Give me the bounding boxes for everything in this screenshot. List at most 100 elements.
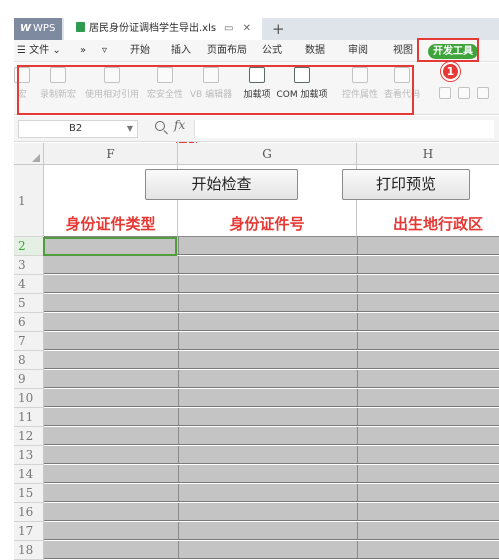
cell-divider [178, 427, 179, 444]
column-header-g[interactable]: G [178, 143, 357, 165]
row-header[interactable]: 4 [14, 275, 44, 294]
menu-view[interactable]: 视图 [393, 40, 413, 62]
wps-tab-label: WPS [33, 23, 56, 34]
table-row[interactable] [44, 256, 499, 274]
menu-quick-dropdown[interactable]: ▿ [102, 40, 107, 62]
cell-divider [357, 522, 358, 539]
row-header-1[interactable]: 1 [14, 165, 44, 237]
cell-divider [178, 446, 179, 463]
print-preview-button[interactable]: 打印预览 [342, 169, 470, 200]
tab-strip: W WPS 居民身份证调档学生导出.xls ▭ ✕ + [14, 18, 499, 40]
cell-divider [178, 541, 179, 558]
formula-bar: B2 ▼ fx [14, 116, 499, 142]
table-row[interactable] [44, 427, 499, 445]
annotation-badge-1: 1 [441, 62, 460, 81]
row-header[interactable]: 5 [14, 294, 44, 313]
cell-divider [178, 389, 179, 406]
annotation-box-toolbar [17, 65, 414, 115]
row-header[interactable]: 16 [14, 503, 44, 522]
row-header[interactable]: 17 [14, 522, 44, 541]
row-header[interactable]: 3 [14, 256, 44, 275]
row-header[interactable]: 6 [14, 313, 44, 332]
row-header[interactable]: 2 [14, 237, 44, 256]
table-row[interactable] [44, 541, 499, 559]
menu-data[interactable]: 数据 [305, 40, 325, 62]
table-row[interactable] [44, 389, 499, 407]
menu-formulas[interactable]: 公式 [262, 40, 282, 62]
row-header[interactable]: 15 [14, 484, 44, 503]
row-header[interactable]: 7 [14, 332, 44, 351]
menu-more[interactable]: » [80, 40, 86, 62]
document-title: 居民身份证调档学生导出.xls [89, 23, 217, 34]
select-all-corner[interactable] [14, 143, 44, 165]
spreadsheet-icon [76, 22, 85, 32]
cell-divider [178, 275, 179, 292]
column-header-bar: F G H [14, 143, 499, 165]
cell-divider [178, 294, 179, 311]
row-header[interactable]: 14 [14, 465, 44, 484]
menu-home[interactable]: 开始 [130, 40, 150, 62]
cell-divider [357, 294, 358, 311]
row-header[interactable]: 18 [14, 541, 44, 560]
table-row[interactable] [44, 313, 499, 331]
cell-divider [357, 256, 358, 273]
function-icon[interactable]: fx [174, 118, 185, 132]
cell-divider [357, 465, 358, 482]
column-header-h[interactable]: H [357, 143, 499, 165]
cell-divider [357, 427, 358, 444]
row-header[interactable]: 13 [14, 446, 44, 465]
column-header-f[interactable]: F [44, 143, 178, 165]
row-header[interactable]: 9 [14, 370, 44, 389]
row-header[interactable]: 10 [14, 389, 44, 408]
cell-divider [357, 370, 358, 387]
document-tab[interactable]: 居民身份证调档学生导出.xls ▭ ✕ [64, 18, 262, 40]
menu-review[interactable]: 审阅 [348, 40, 368, 62]
menu-page-layout[interactable]: 页面布局 [207, 40, 247, 62]
table-row[interactable] [44, 370, 499, 388]
table-row[interactable] [44, 522, 499, 540]
cell-divider [357, 484, 358, 501]
name-box[interactable]: B2 ▼ [18, 120, 138, 138]
cell-divider [178, 332, 179, 349]
table-row[interactable] [44, 332, 499, 350]
listbox-control-icon [477, 87, 490, 99]
table-row[interactable] [44, 484, 499, 502]
row-header[interactable]: 11 [14, 408, 44, 427]
table-row[interactable] [44, 408, 499, 426]
cell-divider [178, 313, 179, 330]
menu-file[interactable]: ☰ 文件 ⌄ [17, 40, 61, 62]
tab-close-icon[interactable]: ▭ ✕ [224, 18, 254, 40]
search-icon[interactable] [155, 121, 165, 131]
cell-divider [178, 408, 179, 425]
start-check-button[interactable]: 开始检查 [145, 169, 298, 200]
cell-divider [178, 484, 179, 501]
table-row[interactable] [44, 351, 499, 369]
table-row[interactable] [44, 503, 499, 521]
row-header[interactable]: 8 [14, 351, 44, 370]
cell-divider [357, 332, 358, 349]
cell-divider [178, 465, 179, 482]
cell-divider [357, 503, 358, 520]
formula-input[interactable] [194, 120, 494, 138]
table-row[interactable] [44, 465, 499, 483]
cell-divider [357, 408, 358, 425]
table-row[interactable] [44, 275, 499, 293]
cell-divider [178, 522, 179, 539]
cell-divider [357, 541, 358, 558]
menu-insert[interactable]: 插入 [171, 40, 191, 62]
cell-divider [357, 446, 358, 463]
table-row[interactable] [44, 446, 499, 464]
cell-divider [178, 351, 179, 368]
table-row[interactable] [44, 294, 499, 312]
checkbox-control-icon [438, 87, 451, 99]
chevron-down-icon[interactable]: ▼ [127, 121, 133, 137]
active-cell-selection[interactable] [43, 237, 177, 256]
row-header[interactable]: 12 [14, 427, 44, 446]
left-margin [0, 0, 14, 560]
wps-home-tab[interactable]: W WPS [14, 18, 62, 40]
cell-divider [357, 313, 358, 330]
header-id-number-label: 身份证件号 [229, 215, 305, 233]
cell-divider [357, 237, 358, 254]
new-tab-button[interactable]: + [272, 18, 285, 40]
header-birthplace-label: 出生地行政区 [393, 215, 484, 233]
